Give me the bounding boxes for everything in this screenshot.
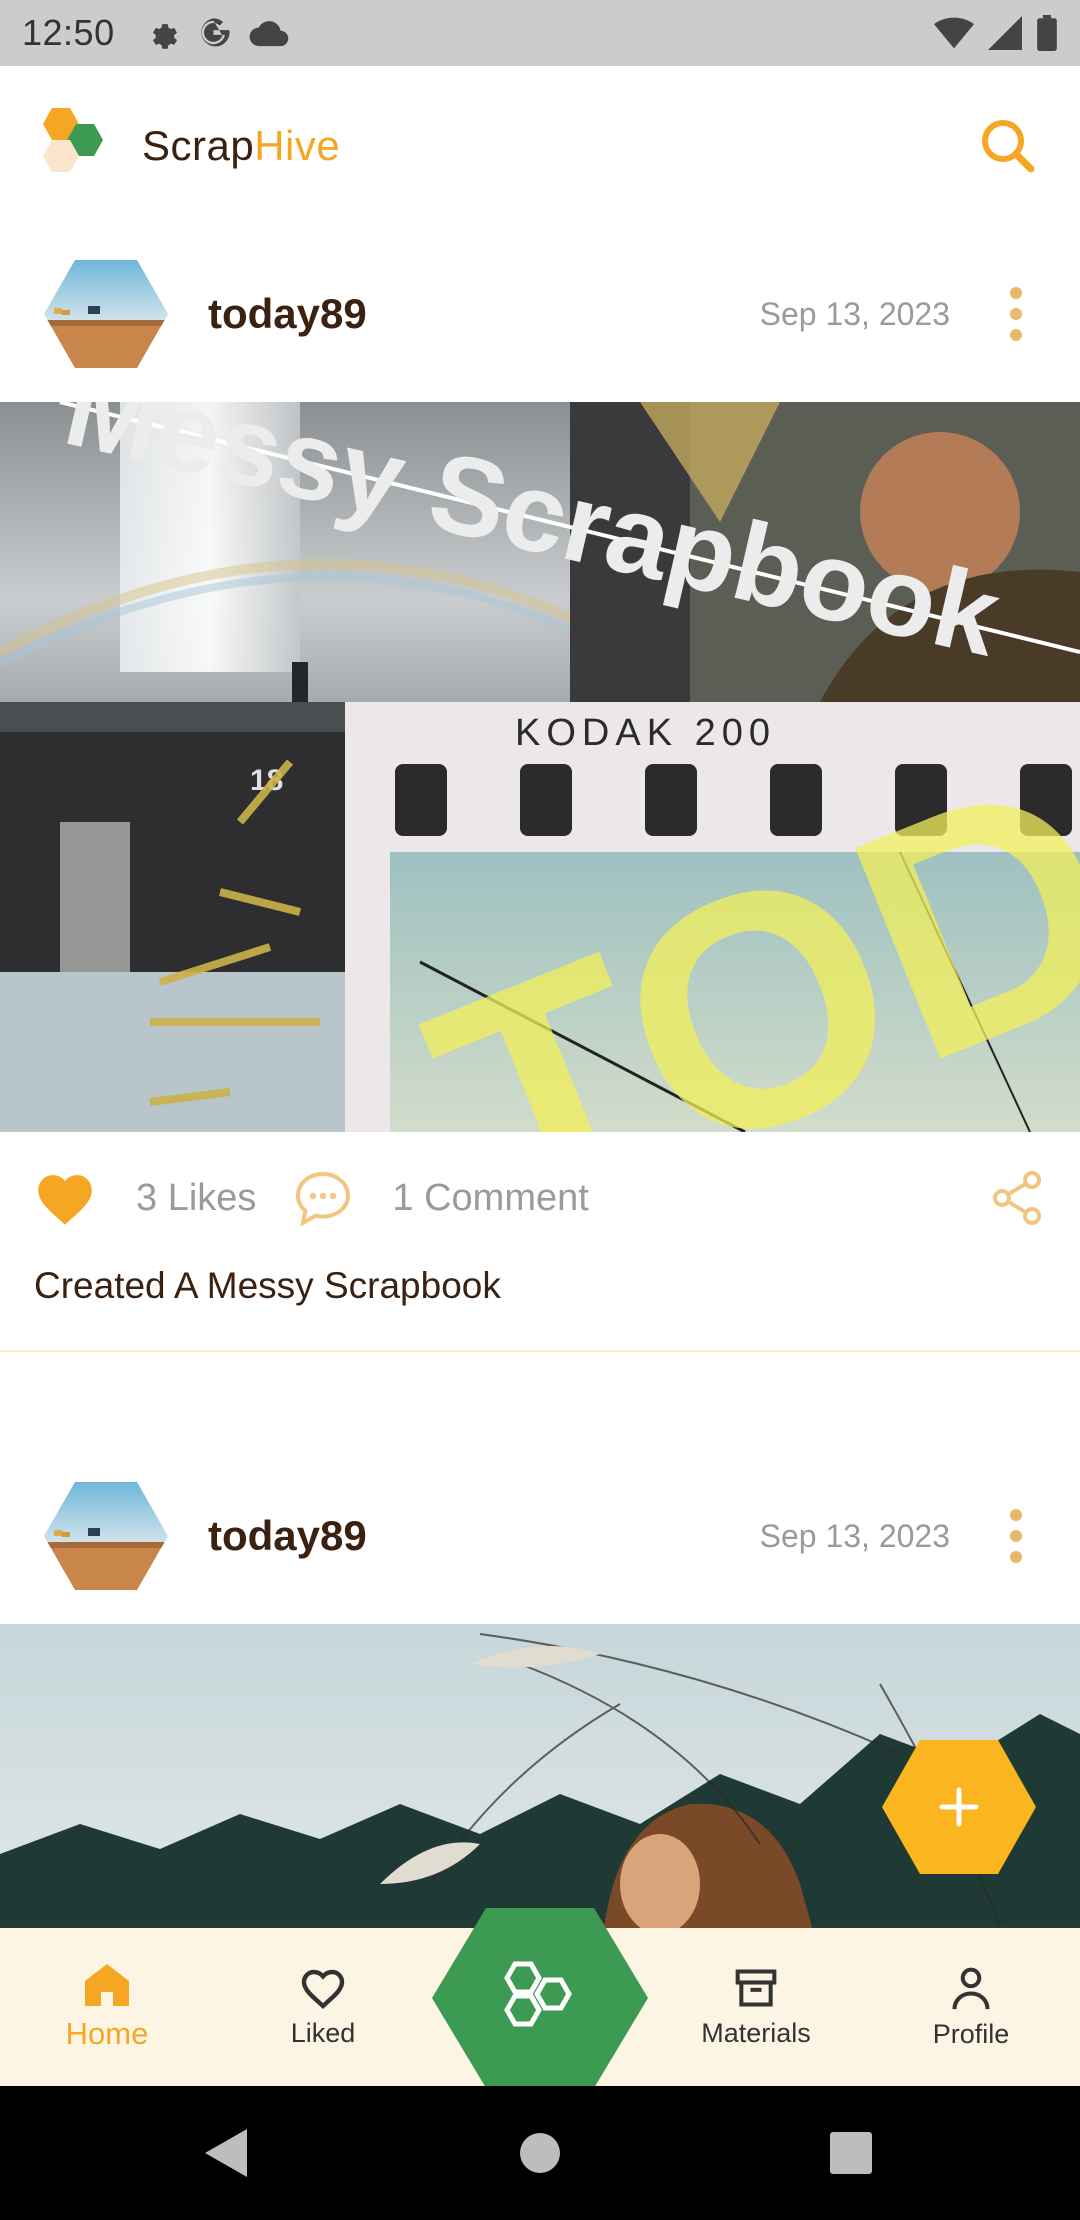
bottom-navigation: Home Liked Materials Profile: [0, 1908, 1080, 2088]
cloud-icon: [249, 21, 288, 47]
post-feed[interactable]: today89 Sep 13, 2023 KODAK 200 18 TODA M…: [0, 226, 1080, 1928]
nav-home[interactable]: Home: [17, 1928, 197, 2086]
image-text-kodak: KODAK 200: [515, 712, 776, 754]
nav-label: Profile: [932, 2018, 1010, 2049]
comment-bubble-icon: [296, 1171, 351, 1226]
post-header: today89 Sep 13, 2023: [0, 1448, 1080, 1624]
post-card: today89 Sep 13, 2023: [0, 226, 1080, 1352]
more-vertical-icon: [1010, 287, 1022, 341]
heart-filled-icon: [38, 1175, 92, 1225]
status-time: 12:50: [22, 12, 115, 53]
brand-name-part1: Scrap: [142, 122, 255, 169]
home-circle-icon: [520, 2133, 560, 2173]
post-date: Sep 13, 2023: [759, 295, 950, 332]
app-screen: 12:50 ScrapHive today89 Sep 13, 2023 KOD…: [0, 0, 1080, 2220]
system-recents-button[interactable]: [791, 2086, 911, 2220]
scraphive-logo: [43, 108, 103, 172]
search-button[interactable]: [976, 114, 1040, 178]
post-more-button[interactable]: [986, 269, 1046, 359]
system-home-button[interactable]: [480, 2086, 600, 2220]
share-icon: [993, 1171, 1041, 1225]
post-spacer: [0, 1352, 1080, 1448]
brand: ScrapHive: [40, 100, 340, 192]
post-more-button[interactable]: [986, 1491, 1046, 1581]
avatar[interactable]: [44, 260, 168, 368]
battery-icon: [1037, 15, 1057, 51]
person-icon: [952, 1967, 990, 2009]
comments-count[interactable]: 1 Comment: [392, 1177, 588, 1220]
post-actions: 3 Likes 1 Comment: [0, 1132, 1080, 1264]
nav-label: Home: [65, 2016, 149, 2051]
post-username[interactable]: today89: [208, 290, 367, 338]
google-icon: [200, 18, 230, 47]
recents-square-icon: [830, 2132, 872, 2174]
share-button[interactable]: [988, 1170, 1046, 1226]
comment-button[interactable]: [294, 1170, 352, 1226]
avatar[interactable]: [44, 1482, 168, 1590]
like-button[interactable]: [34, 1170, 96, 1226]
status-icons-left: [145, 16, 289, 50]
nav-hives-button[interactable]: [432, 1908, 648, 2088]
home-icon: [85, 1964, 129, 2006]
post-username[interactable]: today89: [208, 1512, 367, 1560]
post-image[interactable]: KODAK 200 18 TODA Messy Scrapbook: [0, 402, 1080, 1132]
status-icons-right: [934, 15, 1058, 51]
settings-icon: [152, 24, 177, 49]
signal-icon: [988, 16, 1022, 50]
nav-profile[interactable]: Profile: [881, 1928, 1061, 2086]
nav-liked[interactable]: Liked: [233, 1928, 413, 2086]
more-vertical-icon: [1010, 1509, 1022, 1563]
system-back-button[interactable]: [166, 2086, 286, 2220]
system-navigation-bar: [0, 2086, 1080, 2220]
nav-materials[interactable]: Materials: [666, 1928, 846, 2086]
brand-name-part2: Hive: [254, 122, 341, 169]
archive-icon: [735, 1968, 777, 2007]
post-caption: Created A Messy Scrapbook: [34, 1265, 501, 1306]
likes-count: 3 Likes: [136, 1176, 257, 1219]
app-header: ScrapHive: [0, 66, 1080, 226]
heart-icon: [301, 1969, 345, 2009]
create-post-fab[interactable]: [882, 1740, 1036, 1874]
nav-label: Materials: [701, 2017, 811, 2048]
post-date: Sep 13, 2023: [759, 1517, 950, 1554]
brand-name: ScrapHive: [142, 122, 340, 170]
status-bar: 12:50: [0, 0, 1080, 66]
back-triangle-icon: [205, 2129, 247, 2177]
post-header: today89 Sep 13, 2023: [0, 226, 1080, 402]
wifi-icon: [934, 17, 974, 49]
search-icon: [982, 120, 1035, 173]
nav-label: Liked: [290, 2017, 356, 2048]
